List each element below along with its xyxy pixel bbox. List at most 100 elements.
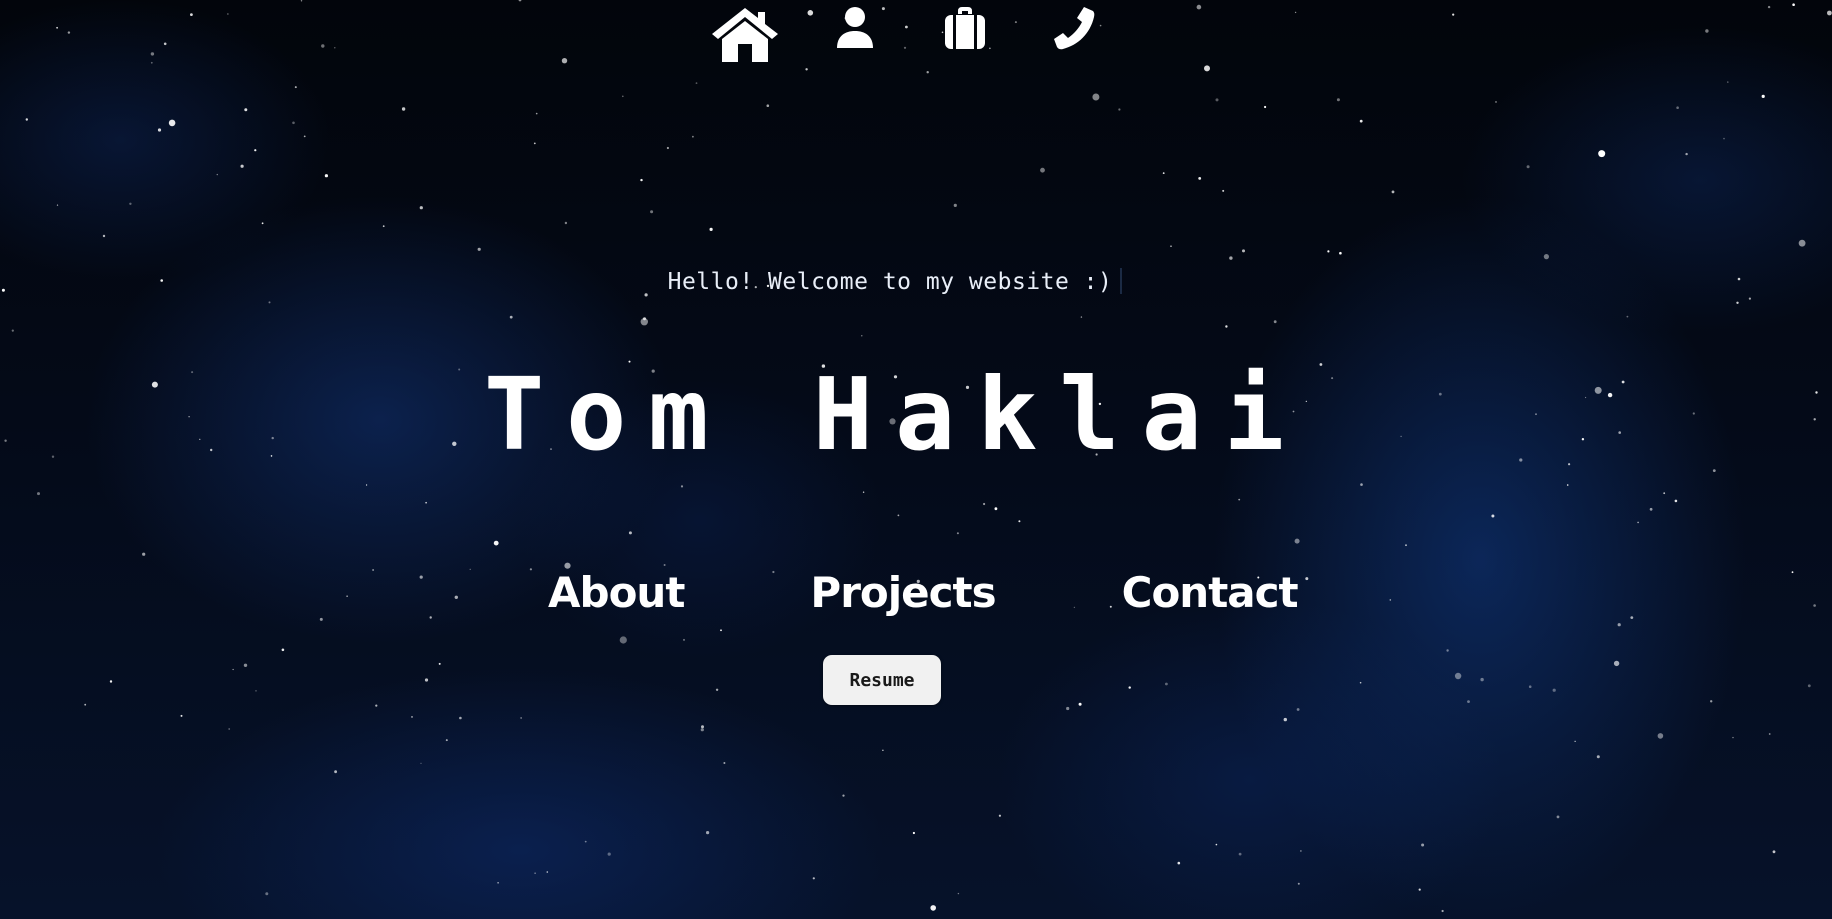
star xyxy=(477,247,481,251)
star xyxy=(281,648,285,652)
about-link[interactable]: About xyxy=(548,568,685,617)
projects-link[interactable]: Projects xyxy=(810,568,996,617)
star xyxy=(1296,708,1300,711)
star xyxy=(255,690,257,692)
star xyxy=(546,871,549,873)
star xyxy=(1566,484,1569,486)
star xyxy=(695,82,698,84)
star xyxy=(1556,815,1560,819)
star xyxy=(882,749,884,751)
star xyxy=(1080,316,1083,318)
star xyxy=(622,95,624,98)
star xyxy=(720,629,722,632)
star xyxy=(366,484,368,486)
star xyxy=(1196,4,1202,10)
star xyxy=(529,568,533,571)
star xyxy=(429,616,432,619)
nav-contact[interactable] xyxy=(1020,6,1130,62)
star xyxy=(216,173,218,176)
star xyxy=(300,0,303,2)
star xyxy=(469,568,471,570)
star xyxy=(1495,101,1497,103)
star xyxy=(534,872,536,874)
star xyxy=(150,52,155,56)
star xyxy=(1225,325,1228,328)
star xyxy=(805,68,808,71)
star xyxy=(1727,81,1729,83)
star xyxy=(1327,250,1330,253)
star xyxy=(294,86,297,89)
star xyxy=(1360,483,1363,486)
star xyxy=(1480,677,1484,682)
star xyxy=(382,225,385,228)
phone-icon xyxy=(1054,7,1095,50)
star xyxy=(1543,254,1549,260)
star xyxy=(420,762,422,764)
star xyxy=(994,507,998,511)
star xyxy=(372,569,374,571)
star xyxy=(1674,499,1678,503)
star xyxy=(957,892,960,895)
star xyxy=(520,717,522,719)
star xyxy=(1238,498,1241,501)
star xyxy=(584,840,587,843)
star xyxy=(1165,682,1168,686)
star xyxy=(861,335,863,337)
star xyxy=(150,61,153,64)
nav-home[interactable] xyxy=(690,6,800,62)
star xyxy=(419,575,423,579)
section-links: About Projects Contact xyxy=(548,568,1299,617)
star xyxy=(1768,733,1771,735)
star xyxy=(102,234,106,238)
star xyxy=(84,703,87,706)
star xyxy=(1162,172,1165,175)
star xyxy=(1467,700,1470,703)
star xyxy=(1598,150,1606,158)
star xyxy=(1229,256,1233,260)
nav-about[interactable] xyxy=(800,6,910,62)
star xyxy=(109,680,113,683)
star xyxy=(1198,177,1202,180)
star xyxy=(1305,577,1309,581)
star xyxy=(663,564,666,566)
nav-projects[interactable] xyxy=(910,6,1020,62)
star xyxy=(254,149,257,152)
star xyxy=(292,121,295,125)
star xyxy=(1574,740,1576,742)
star xyxy=(1018,520,1021,523)
star xyxy=(1118,108,1121,111)
star xyxy=(497,882,499,884)
star xyxy=(424,678,429,682)
star xyxy=(419,206,423,210)
star xyxy=(268,301,271,304)
star xyxy=(261,222,264,225)
star xyxy=(1294,11,1297,14)
star xyxy=(37,492,40,496)
star xyxy=(643,317,646,321)
star xyxy=(56,26,58,29)
star xyxy=(1685,152,1688,156)
star xyxy=(1813,418,1816,421)
star xyxy=(509,315,513,319)
star xyxy=(1596,755,1600,759)
star xyxy=(1294,538,1300,544)
star xyxy=(1452,13,1455,16)
page-title: Tom Haklai xyxy=(483,356,1307,473)
star xyxy=(319,617,323,621)
resume-button[interactable]: Resume xyxy=(823,655,941,705)
star xyxy=(1761,94,1765,98)
star xyxy=(25,118,28,121)
briefcase-icon xyxy=(945,7,985,49)
star xyxy=(1613,660,1620,667)
star xyxy=(265,892,269,896)
hero-background: Hello! Welcome to my website :) Tom Hakl… xyxy=(0,0,1832,919)
star xyxy=(1552,688,1556,692)
star xyxy=(438,662,441,665)
star xyxy=(1359,119,1363,123)
star xyxy=(157,128,162,132)
star xyxy=(1663,492,1666,495)
star xyxy=(1264,105,1267,109)
star xyxy=(1792,3,1795,6)
star xyxy=(493,540,499,546)
contact-link[interactable]: Contact xyxy=(1122,568,1299,617)
